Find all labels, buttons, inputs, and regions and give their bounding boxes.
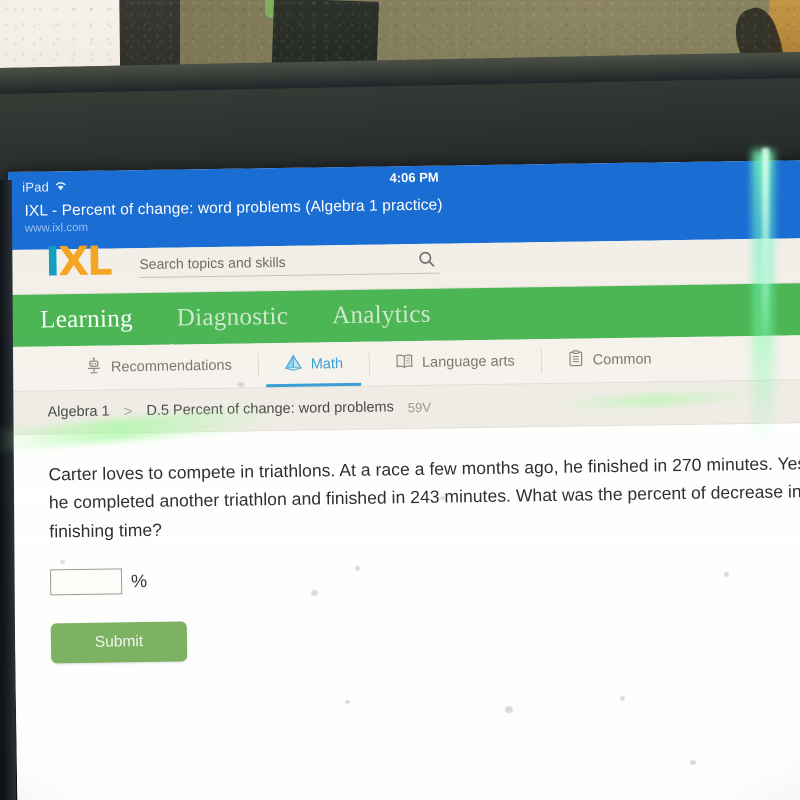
- ixl-logo[interactable]: IXL: [45, 238, 111, 285]
- search-bar[interactable]: [139, 249, 440, 279]
- nav-item-diagnostic[interactable]: Diagnostic: [177, 303, 289, 333]
- tab-math[interactable]: Math: [257, 342, 369, 388]
- logo-letters-xl: XL: [57, 238, 111, 286]
- question-text: Carter loves to compete in triathlons. A…: [48, 452, 800, 542]
- clipboard-icon: [567, 349, 585, 371]
- answer-row: %: [49, 558, 800, 596]
- pyramid-icon: [284, 354, 303, 376]
- submit-button[interactable]: Submit: [50, 621, 188, 664]
- photo-of-screen: iPad 4:06 PM IXL - Percent of change: wo…: [0, 0, 800, 800]
- tab-label-math: Math: [310, 356, 344, 373]
- breadcrumb-skill[interactable]: D.5 Percent of change: word problems: [146, 399, 394, 419]
- search-icon[interactable]: [418, 251, 435, 273]
- percent-unit-label: %: [130, 570, 148, 591]
- screen: iPad 4:06 PM IXL - Percent of change: wo…: [8, 159, 800, 800]
- ios-safari-banner: iPad 4:06 PM IXL - Percent of change: wo…: [8, 159, 800, 250]
- robot-icon: [85, 357, 103, 379]
- nav-item-learning[interactable]: Learning: [40, 305, 133, 334]
- tab-label-language-arts: Language arts: [421, 353, 515, 371]
- answer-input[interactable]: [49, 568, 123, 596]
- tab-active-underline: [266, 382, 362, 388]
- tab-common[interactable]: Common: [540, 337, 677, 383]
- tab-language-arts[interactable]: Language arts: [369, 339, 541, 386]
- search-input[interactable]: [139, 249, 440, 279]
- tab-label-common: Common: [592, 351, 652, 369]
- open-book-icon: [395, 352, 414, 374]
- tab-label-recommendations: Recommendations: [110, 357, 232, 376]
- breadcrumb-skill-code: 59V: [407, 399, 432, 415]
- nav-item-analytics[interactable]: Analytics: [332, 301, 431, 330]
- logo-letter-i: I: [45, 239, 59, 286]
- tab-recommendations[interactable]: Recommendations: [11, 343, 259, 391]
- breadcrumb-separator: >: [123, 402, 133, 420]
- breadcrumb-course[interactable]: Algebra 1: [47, 404, 109, 421]
- question-area: Carter loves to compete in triathlons. A…: [11, 422, 800, 800]
